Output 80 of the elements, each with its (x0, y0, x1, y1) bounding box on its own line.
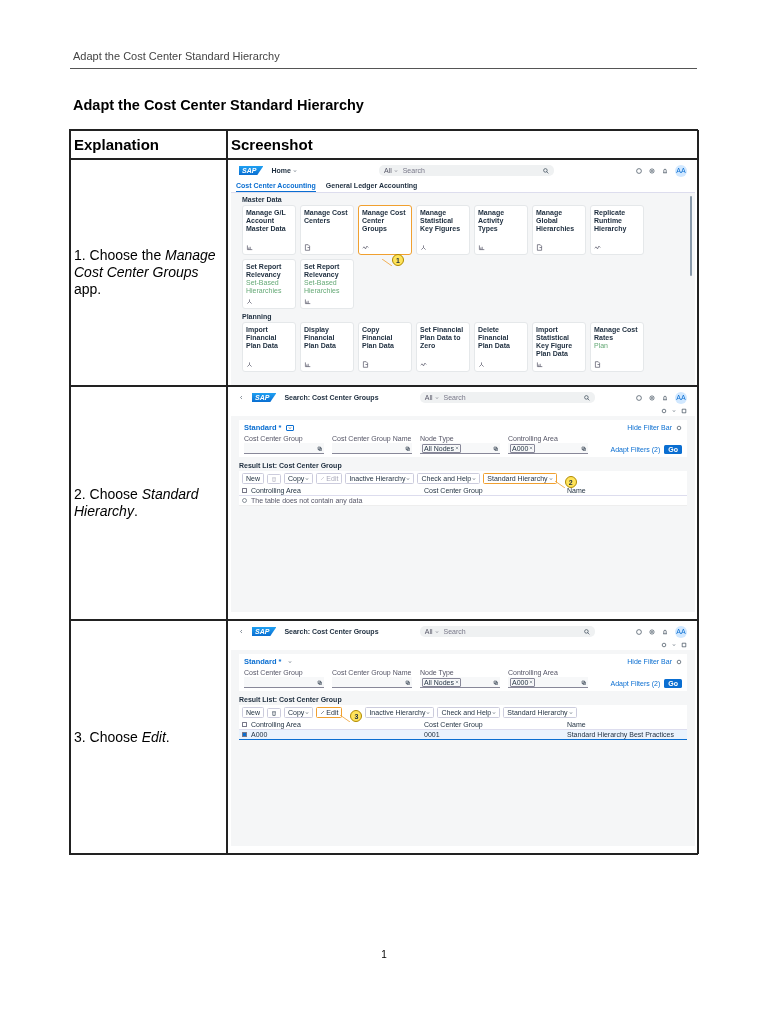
caret-icon (305, 476, 310, 481)
app-icon (594, 361, 601, 368)
app-icon (420, 244, 427, 251)
value-help-icon (581, 445, 586, 451)
select-all-checkbox[interactable] (242, 722, 247, 727)
caret-icon (393, 168, 398, 173)
search-icon (583, 628, 590, 635)
app-icon (420, 361, 427, 368)
page-number: 1 (381, 949, 387, 960)
pencil-icon (320, 476, 326, 481)
leader-line (382, 259, 392, 266)
caret-icon (305, 710, 310, 715)
caret-icon (292, 168, 297, 173)
caret-icon (287, 425, 292, 430)
page-header: Adapt the Cost Center Standard Hierarchy (73, 50, 281, 62)
value-help-icon (493, 445, 498, 451)
caret-icon (287, 659, 292, 664)
search-icon (583, 394, 590, 401)
caret-icon (672, 409, 676, 413)
info-icon (242, 498, 247, 503)
caret-icon (568, 710, 573, 715)
back-icon (239, 629, 244, 634)
app-icon (362, 361, 369, 368)
leader-line (340, 715, 351, 722)
filter-field[interactable] (332, 443, 412, 454)
value-help-icon (317, 679, 322, 685)
close-icon (529, 446, 534, 450)
app-icon (304, 298, 311, 305)
app-icon (246, 298, 253, 305)
delete-button[interactable] (267, 707, 281, 718)
filter-field[interactable] (244, 677, 324, 688)
app-icon (478, 244, 485, 251)
caret-icon (472, 476, 477, 481)
value-help-icon (581, 679, 586, 685)
filter-field[interactable] (244, 443, 324, 454)
caret-icon (548, 476, 553, 481)
search-icon (542, 167, 549, 174)
select-all-checkbox[interactable] (242, 488, 247, 493)
expand-icon (681, 408, 687, 414)
close-icon (454, 680, 459, 684)
column-heading: Screenshot (230, 135, 314, 155)
app-icon (594, 244, 601, 251)
caret-icon (434, 395, 439, 400)
app-icon (536, 244, 543, 251)
caret-icon (406, 476, 411, 481)
value-help-icon (317, 445, 322, 451)
column-heading: Explanation (73, 135, 160, 155)
step-text: 3. Choose Edit. (73, 728, 171, 746)
caret-icon (426, 710, 431, 715)
app-icon (304, 361, 311, 368)
app-icon (246, 244, 253, 251)
variant-menu-button[interactable] (285, 424, 294, 431)
filter-field[interactable] (332, 677, 412, 688)
value-help-icon (405, 679, 410, 685)
back-icon (239, 395, 244, 400)
app-icon (362, 244, 369, 251)
value-help-icon (405, 445, 410, 451)
bell-icon (662, 394, 668, 401)
step-text: 2. Choose Standard Hierarchy. (73, 486, 200, 520)
caret-icon (492, 710, 497, 715)
close-icon (529, 680, 534, 684)
app-icon (304, 244, 311, 251)
scrollbar[interactable] (690, 196, 692, 276)
leader-line (554, 481, 565, 488)
expand-icon (681, 642, 687, 648)
app-icon (478, 361, 485, 368)
delete-icon (271, 475, 277, 482)
section-title: Adapt the Cost Center Standard Hierarchy (73, 97, 365, 113)
close-icon (454, 446, 459, 450)
app-icon (246, 361, 253, 368)
caret-icon (672, 643, 676, 647)
pencil-icon (320, 710, 326, 715)
value-help-icon (493, 679, 498, 685)
bell-icon (662, 628, 668, 635)
delete-icon (271, 709, 277, 716)
app-icon (536, 361, 543, 368)
step-text: 1. Choose the Manage Cost Center Groups app. (73, 247, 217, 298)
bell-icon (662, 167, 668, 174)
row-checkbox[interactable] (242, 732, 247, 737)
caret-icon (434, 629, 439, 634)
